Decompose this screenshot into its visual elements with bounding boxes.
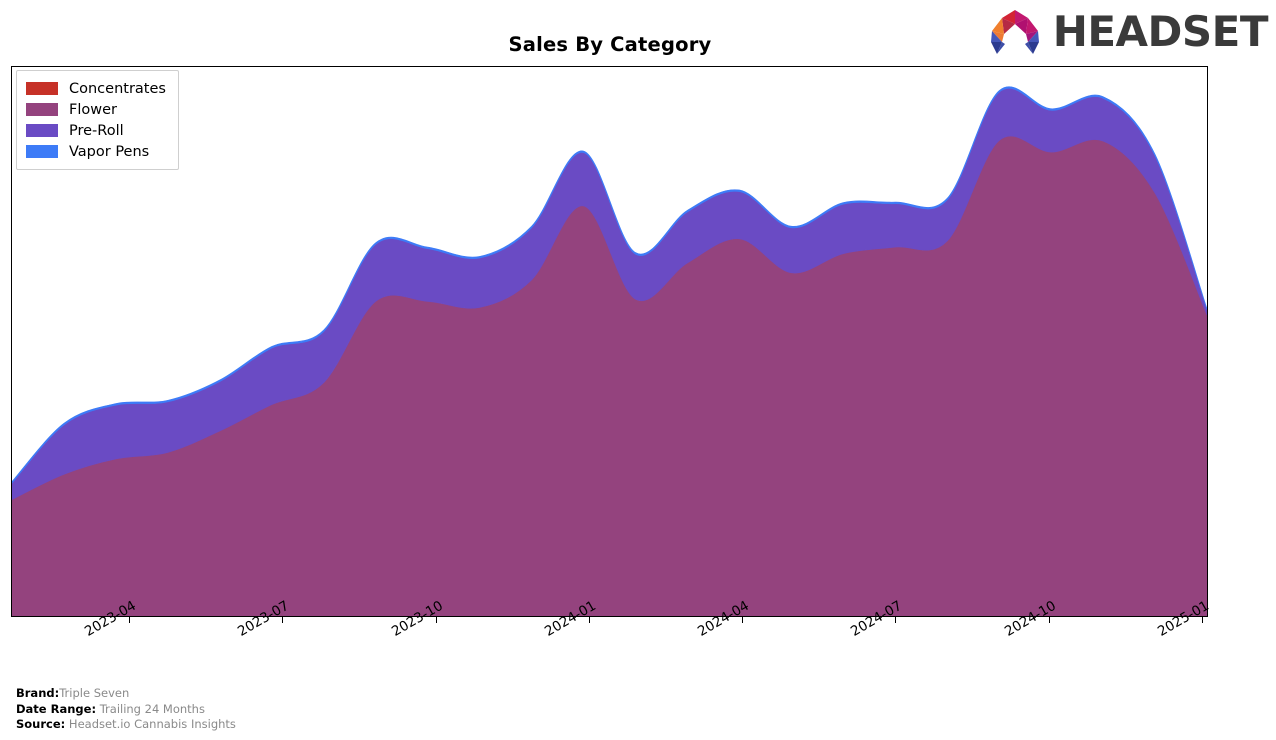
footer-row-source: Source: Headset.io Cannabis Insights — [16, 717, 236, 733]
footer-key-date-range: Date Range: — [16, 701, 97, 716]
x-tick-mark — [1202, 617, 1203, 623]
legend-item-concentrates[interactable]: Concentrates — [26, 78, 166, 99]
x-tick-mark — [742, 617, 743, 623]
stacked-area-chart — [12, 86, 1207, 616]
headset-logo: HEADSET — [985, 6, 1269, 58]
footer-key-source: Source: — [16, 717, 66, 731]
area-series-group — [12, 86, 1207, 616]
legend-label-flower: Flower — [69, 101, 117, 118]
legend-label-concentrates: Concentrates — [69, 80, 166, 97]
headset-mark-icon — [990, 10, 1039, 54]
footer-row-brand: Brand:Triple Seven — [16, 686, 236, 702]
headset-wordmark: HEADSET — [1052, 7, 1269, 56]
legend-item-vapor-pens[interactable]: Vapor Pens — [26, 141, 166, 162]
x-tick-mark — [129, 617, 130, 623]
x-tick-mark — [1049, 617, 1050, 623]
footer-row-date-range: Date Range: Trailing 24 Months — [16, 702, 236, 718]
footer-key-brand: Brand: — [16, 686, 60, 700]
legend-swatch-vapor-pens — [26, 145, 58, 158]
x-tick-mark — [589, 617, 590, 623]
legend-swatch-pre-roll — [26, 124, 58, 137]
chart-footer: Brand:Triple Seven Date Range: Trailing … — [16, 686, 236, 733]
footer-value-date-range: Trailing 24 Months — [99, 701, 205, 716]
footer-value-brand: Triple Seven — [59, 686, 130, 700]
x-tick-mark — [895, 617, 896, 623]
legend-item-flower[interactable]: Flower — [26, 99, 166, 120]
chart-plot-area — [11, 66, 1208, 617]
x-tick-mark — [282, 617, 283, 623]
legend-swatch-flower — [26, 103, 58, 116]
x-axis: 2023-04 2023-07 2023-10 2024-01 2024-04 2024-… — [11, 598, 1212, 687]
legend-item-pre-roll[interactable]: Pre-Roll — [26, 120, 166, 141]
legend-swatch-concentrates — [26, 82, 58, 95]
footer-value-source: Headset.io Cannabis Insights — [68, 717, 236, 731]
legend-label-vapor-pens: Vapor Pens — [69, 143, 150, 160]
x-tick-mark — [436, 617, 437, 623]
chart-legend: Concentrates Flower Pre-Roll Vapor Pens — [16, 70, 179, 170]
legend-label-pre-roll: Pre-Roll — [69, 122, 124, 139]
